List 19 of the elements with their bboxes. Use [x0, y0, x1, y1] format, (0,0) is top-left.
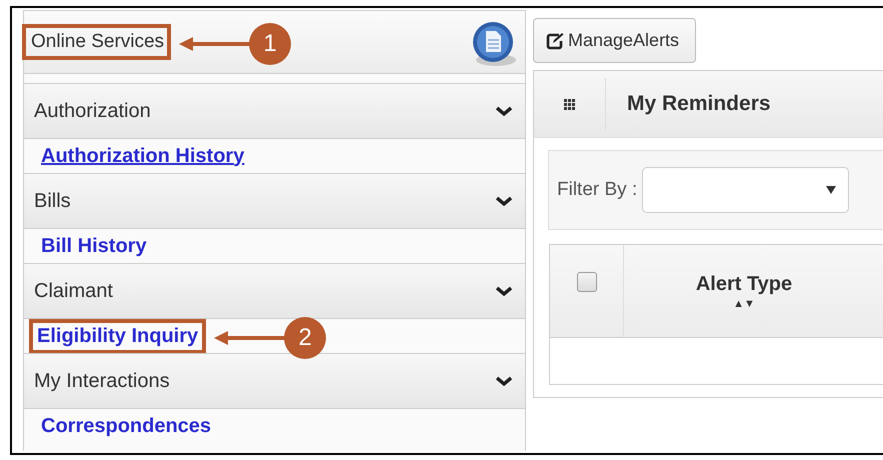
section-header[interactable]: My Interactions — [24, 353, 525, 409]
sort-arrows[interactable]: ▲▼ — [733, 298, 755, 310]
filter-label: Filter By : — [557, 179, 638, 201]
sidebar-link[interactable]: Bill History — [41, 234, 147, 258]
section-header[interactable]: Bills — [24, 173, 525, 229]
document-icon — [471, 20, 517, 68]
dropdown-arrow-icon — [826, 186, 836, 194]
sidebar-link[interactable]: Authorization History — [41, 144, 244, 168]
section-header[interactable]: Claimant — [24, 263, 525, 319]
sidebar-title: Online Services — [22, 24, 172, 60]
edit-icon — [546, 32, 564, 50]
manage-alerts-button[interactable]: ManageAlerts — [533, 18, 696, 63]
sidebar-link[interactable]: Correspondences — [41, 414, 212, 438]
filter-dropdown[interactable] — [642, 167, 850, 213]
section-header[interactable]: Authorization — [24, 83, 525, 139]
panel-title: My Reminders — [627, 92, 771, 116]
select-all-checkbox[interactable] — [576, 272, 596, 292]
column-header[interactable]: Alert Type — [696, 273, 792, 296]
grid-icon — [564, 98, 575, 110]
